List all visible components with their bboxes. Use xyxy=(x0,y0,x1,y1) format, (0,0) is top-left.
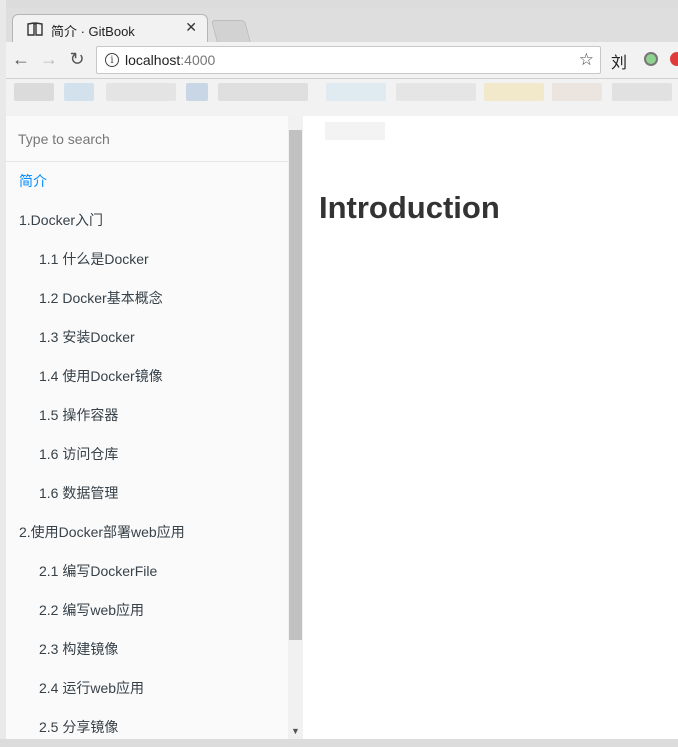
nav-item-1-2[interactable]: 1.2 Docker基本概念 xyxy=(6,279,288,318)
book-icon xyxy=(27,22,43,36)
star-icon[interactable]: ☆ xyxy=(579,50,594,70)
scrollbar-thumb[interactable] xyxy=(289,130,302,640)
bookmark-item[interactable] xyxy=(612,83,672,101)
tab-title: 简介 · GitBook xyxy=(51,24,135,39)
bookmark-item[interactable] xyxy=(396,83,476,101)
bookmark-item[interactable] xyxy=(106,83,176,101)
back-icon[interactable]: ← xyxy=(10,48,32,70)
extension-icon-3[interactable] xyxy=(670,52,678,66)
bookmark-item[interactable] xyxy=(218,83,308,101)
page-title: Introduction xyxy=(319,190,500,225)
nav-item-1-6b[interactable]: 1.6 数据管理 xyxy=(6,474,288,513)
reload-icon[interactable]: ↻ xyxy=(66,48,88,70)
nav-item-2-3[interactable]: 2.3 构建镜像 xyxy=(6,630,288,669)
nav-item-1-1[interactable]: 1.1 什么是Docker xyxy=(6,240,288,279)
bookmark-item[interactable] xyxy=(552,83,602,101)
bookmark-item[interactable] xyxy=(14,83,54,101)
nav-item-chapter-2[interactable]: 2.使用Docker部署web应用 xyxy=(6,513,288,552)
scroll-down-arrow-icon[interactable]: ▼ xyxy=(288,724,303,739)
close-icon[interactable]: ✕ xyxy=(185,19,197,36)
url-text: localhost:4000 xyxy=(125,52,215,68)
url-port: :4000 xyxy=(180,52,216,68)
nav-item-1-4[interactable]: 1.4 使用Docker镜像 xyxy=(6,357,288,396)
header-toolbar-blurred xyxy=(325,122,385,140)
search-input[interactable] xyxy=(6,116,288,161)
browser-window: 简介 · GitBook ✕ ← → ↻ i localhost:4000 ☆ … xyxy=(6,8,678,739)
bookmark-item[interactable] xyxy=(484,83,544,101)
search-box xyxy=(6,116,288,162)
book-summary-sidebar: 简介 1.Docker入门 1.1 什么是Docker 1.2 Docker基本… xyxy=(6,116,289,739)
nav-item-1-3[interactable]: 1.3 安装Docker xyxy=(6,318,288,357)
nav-item-2-1[interactable]: 2.1 编写DockerFile xyxy=(6,552,288,591)
tab-bar: 简介 · GitBook ✕ xyxy=(6,8,678,43)
extension-icon-1[interactable]: 刘 xyxy=(611,49,627,73)
bookmark-item[interactable] xyxy=(64,83,94,101)
address-bar[interactable]: i localhost:4000 ☆ xyxy=(96,46,601,74)
info-icon[interactable]: i xyxy=(105,53,119,67)
nav-item-intro[interactable]: 简介 xyxy=(6,162,288,201)
nav-item-chapter-1[interactable]: 1.Docker入门 xyxy=(6,201,288,240)
summary-nav: 简介 1.Docker入门 1.1 什么是Docker 1.2 Docker基本… xyxy=(6,162,288,747)
page-content: Introduction xyxy=(303,116,678,739)
bookmark-item[interactable] xyxy=(326,83,386,101)
url-host: localhost xyxy=(125,52,181,68)
bookmarks-bar xyxy=(6,79,678,105)
nav-item-1-5[interactable]: 1.5 操作容器 xyxy=(6,396,288,435)
toolbar: ← → ↻ i localhost:4000 ☆ 刘 xyxy=(6,42,678,79)
bookmark-item[interactable] xyxy=(186,83,208,101)
forward-icon[interactable]: → xyxy=(38,48,60,70)
extension-icon-2[interactable] xyxy=(644,52,658,66)
nav-item-2-5[interactable]: 2.5 分享镜像 xyxy=(6,708,288,747)
tab-active[interactable]: 简介 · GitBook ✕ xyxy=(12,14,208,42)
gitbook-page: 简介 1.Docker入门 1.1 什么是Docker 1.2 Docker基本… xyxy=(6,116,678,739)
new-tab-button[interactable] xyxy=(210,20,252,43)
nav-item-1-6a[interactable]: 1.6 访问仓库 xyxy=(6,435,288,474)
nav-item-2-2[interactable]: 2.2 编写web应用 xyxy=(6,591,288,630)
nav-item-2-4[interactable]: 2.4 运行web应用 xyxy=(6,669,288,708)
